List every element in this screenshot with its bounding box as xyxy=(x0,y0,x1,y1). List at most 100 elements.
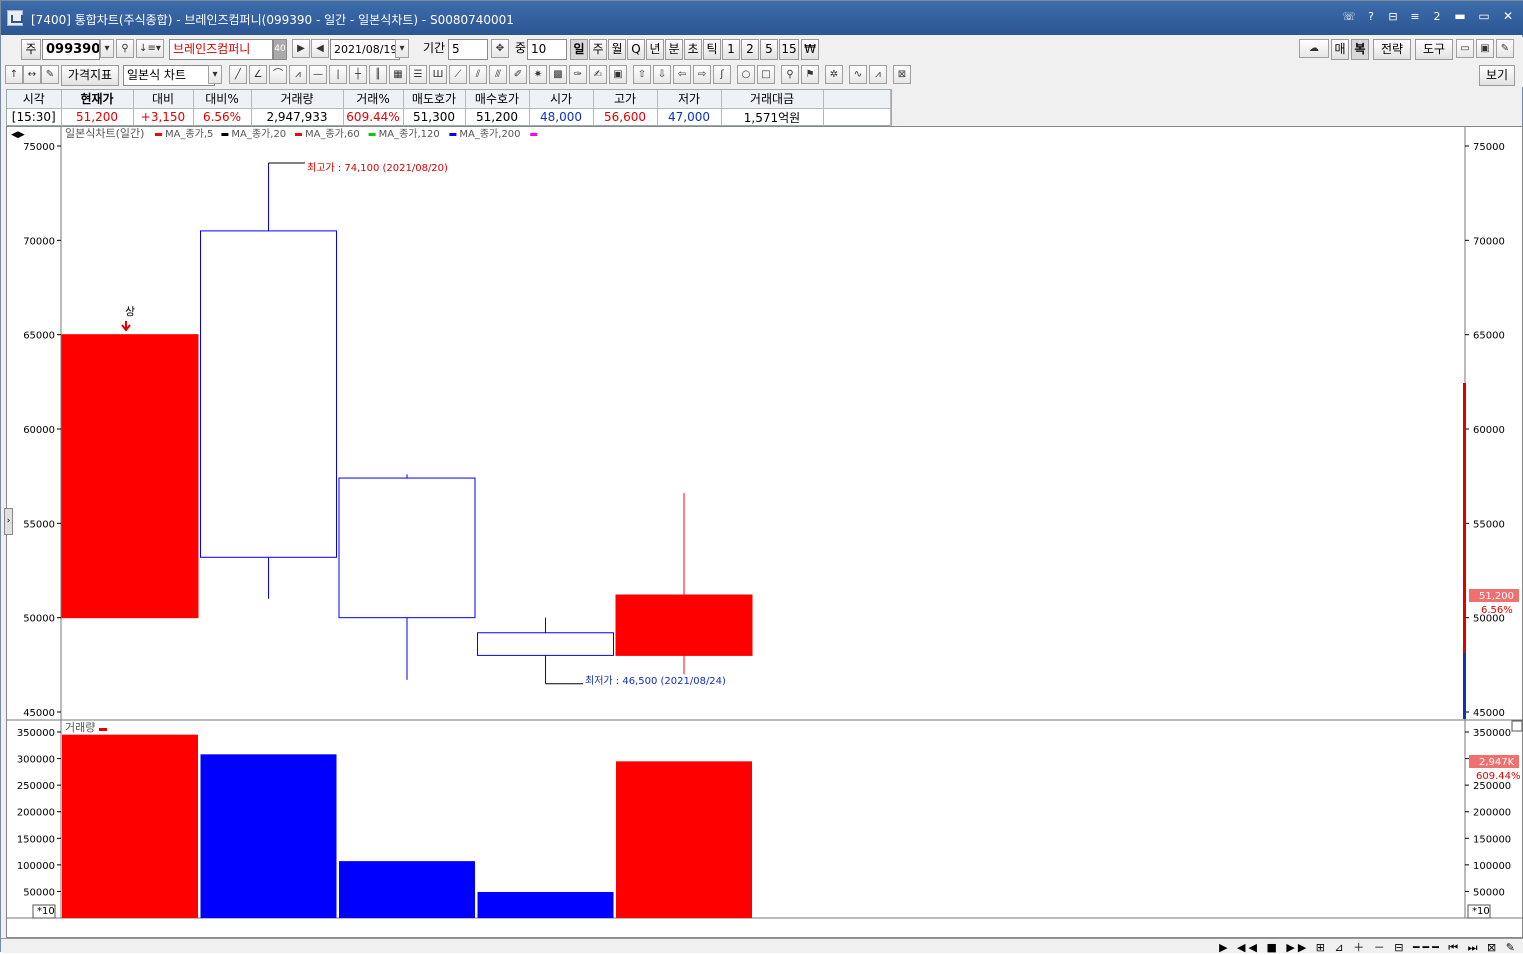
panel-toggle-handle[interactable]: › xyxy=(4,508,13,535)
cloud-icon[interactable]: ☁ xyxy=(1299,39,1329,58)
zigzag-tool-icon[interactable]: ⩘ xyxy=(869,65,887,84)
pen-tool-icon[interactable]: ✐ xyxy=(509,65,527,84)
period-day-button[interactable]: 일 xyxy=(570,39,588,60)
period-year-button[interactable]: 년 xyxy=(646,39,664,60)
minimize-button[interactable]: ▬ xyxy=(1450,9,1470,25)
menu-icon[interactable]: ≡ xyxy=(1406,9,1424,25)
arrow-up-tool-icon[interactable]: ⇧ xyxy=(633,65,651,84)
count-input[interactable]: 10 xyxy=(527,39,567,60)
back-icon[interactable]: ◀ xyxy=(311,39,329,58)
period-1-button[interactable]: 1 xyxy=(722,39,740,60)
fan-tool-icon[interactable]: ⩘ xyxy=(289,65,307,84)
vline-tool-icon[interactable]: | xyxy=(329,65,347,84)
value-volume: 2,947,933 xyxy=(251,108,344,126)
price-legend: 일본식차트(일간) xyxy=(65,127,144,140)
period-15-button[interactable]: 15 xyxy=(779,39,799,60)
period-5-button[interactable]: 5 xyxy=(760,39,778,60)
link-icon[interactable]: 2 xyxy=(1428,9,1446,25)
stock-code-input[interactable]: 099390 xyxy=(42,39,100,60)
arrow-down-tool-icon[interactable]: ⇩ xyxy=(653,65,671,84)
note-tool-icon[interactable]: ✍ xyxy=(589,65,607,84)
erase-tool-icon[interactable]: ⊠ xyxy=(893,65,911,84)
vlines-tool-icon[interactable]: ║ xyxy=(369,65,387,84)
market-selector[interactable]: 주 xyxy=(21,39,41,60)
indicator-button[interactable]: 가격지표 xyxy=(61,65,119,86)
rect-tool-icon[interactable]: □ xyxy=(757,65,775,84)
wrench-icon[interactable]: ✎ xyxy=(1496,39,1514,58)
phone-icon[interactable]: ☏ xyxy=(1340,9,1358,25)
search-icon[interactable]: ⚲ xyxy=(116,39,134,58)
date-input[interactable]: 2021/08/19 xyxy=(330,39,400,60)
bars-tool-icon[interactable]: Ш xyxy=(429,65,447,84)
parallel-tool-icon[interactable]: ⫻ xyxy=(489,65,507,84)
circle-tool-icon[interactable]: ○ xyxy=(737,65,755,84)
close-button[interactable]: ✕ xyxy=(1498,9,1518,25)
period-minute-button[interactable]: 분 xyxy=(665,39,683,60)
trend-tool-icon[interactable]: ⟋ xyxy=(449,65,467,84)
hline-tool-icon[interactable]: — xyxy=(309,65,327,84)
angle-tool-icon[interactable]: ∠ xyxy=(249,65,267,84)
chevron-down-icon[interactable]: ▾ xyxy=(100,39,114,58)
chevron-down-icon[interactable]: ▾ xyxy=(208,65,222,84)
ma-legend-swatch xyxy=(221,133,229,136)
period-month-button[interactable]: 월 xyxy=(608,39,626,60)
candlestick-chart[interactable]: 45000 45000 50000 50000 55000 55000 60000 60000… xyxy=(7,127,1523,939)
image-tool-icon[interactable]: ▣ xyxy=(609,65,627,84)
chart-area[interactable]: 45000 45000 50000 50000 55000 55000 60000 60000… xyxy=(6,126,1523,938)
play-icon[interactable]: ▶ xyxy=(292,39,310,58)
volume-bar xyxy=(477,891,614,918)
tools-button[interactable]: 도구 xyxy=(1415,39,1453,60)
currency-button[interactable]: ₩ xyxy=(801,39,819,60)
stock-badge: 40 xyxy=(273,39,287,60)
trade-button[interactable]: 매 xyxy=(1331,39,1349,60)
text-tool-icon[interactable]: ʃ xyxy=(713,65,731,84)
sort-icon[interactable]: ↓≡▾ xyxy=(136,39,164,58)
maximize-button[interactable]: ▭ xyxy=(1474,9,1494,25)
channel-tool-icon[interactable]: ⫽ xyxy=(469,65,487,84)
line-tool-icon[interactable]: ╱ xyxy=(229,65,247,84)
measure-tool-icon[interactable]: ⚑ xyxy=(801,65,819,84)
brush-tool-icon[interactable]: ✑ xyxy=(569,65,587,84)
volume-tick-label-right: 50000 xyxy=(1473,887,1505,898)
arc-tool-icon[interactable]: ⌒ xyxy=(269,65,287,84)
arrow-left-tool-icon[interactable]: ⇦ xyxy=(673,65,691,84)
magic-tool-icon[interactable]: ✷ xyxy=(529,65,547,84)
hlines-tool-icon[interactable]: ☰ xyxy=(409,65,427,84)
ma-legend-swatch xyxy=(155,133,162,136)
arrow-lr-icon[interactable]: ↔ xyxy=(23,65,41,84)
help-icon[interactable]: ? xyxy=(1362,9,1380,25)
period-2-button[interactable]: 2 xyxy=(741,39,759,60)
edit-icon[interactable]: ✎ xyxy=(41,65,59,84)
color-tool-icon[interactable]: ▩ xyxy=(549,65,567,84)
grid-tool-icon[interactable]: ▦ xyxy=(389,65,407,84)
save-icon[interactable]: ▣ xyxy=(1476,39,1494,58)
arrow-up-icon[interactable]: ↑ xyxy=(5,65,23,84)
crosshair-icon[interactable]: ✥ xyxy=(491,39,509,58)
volume-unit-left: *10 xyxy=(37,906,55,917)
zoom-tool-icon[interactable]: ⚲ xyxy=(781,65,799,84)
calendar-dropdown-icon[interactable]: ▾ xyxy=(395,39,409,58)
playback-icons[interactable]: ▶ ◀◀ ■ ▶▶ ⊞ ⊿ ＋ － ⊟ ━━━ ⏮ ⏭ ⊠ ✎ xyxy=(1219,939,1518,955)
value-high: 56,600 xyxy=(593,108,658,126)
period-tick-button[interactable]: 틱 xyxy=(703,39,721,60)
period-second-button[interactable]: 초 xyxy=(684,39,702,60)
ma-legend-swatch xyxy=(530,133,538,136)
folder-icon[interactable]: ▭ xyxy=(1456,39,1474,58)
candle-up xyxy=(61,334,199,619)
volume-bar xyxy=(62,734,198,918)
layout-icon[interactable]: ⊟ xyxy=(1384,9,1402,25)
view-button[interactable]: 보기 xyxy=(1479,65,1515,86)
cross-tool-icon[interactable]: ┼ xyxy=(349,65,367,84)
low-annotation: 최저가 : 46,500 (2021/08/24) xyxy=(585,675,726,687)
period-input[interactable]: 5 xyxy=(448,39,488,60)
period-week-button[interactable]: 주 xyxy=(589,39,607,60)
chart-type-select[interactable]: 일본식 차트 xyxy=(123,65,215,86)
compound-button[interactable]: 복 xyxy=(1351,39,1369,60)
stock-name-field[interactable]: 브레인즈컴퍼니 xyxy=(169,39,273,60)
volume-bar xyxy=(616,761,752,918)
arrow-right-tool-icon[interactable]: ⇨ xyxy=(693,65,711,84)
strategy-button[interactable]: 전략 xyxy=(1373,39,1411,60)
wave-tool-icon[interactable]: ∿ xyxy=(849,65,867,84)
period-quarter-button[interactable]: Q xyxy=(627,39,645,60)
settings-tool-icon[interactable]: ✲ xyxy=(825,65,843,84)
